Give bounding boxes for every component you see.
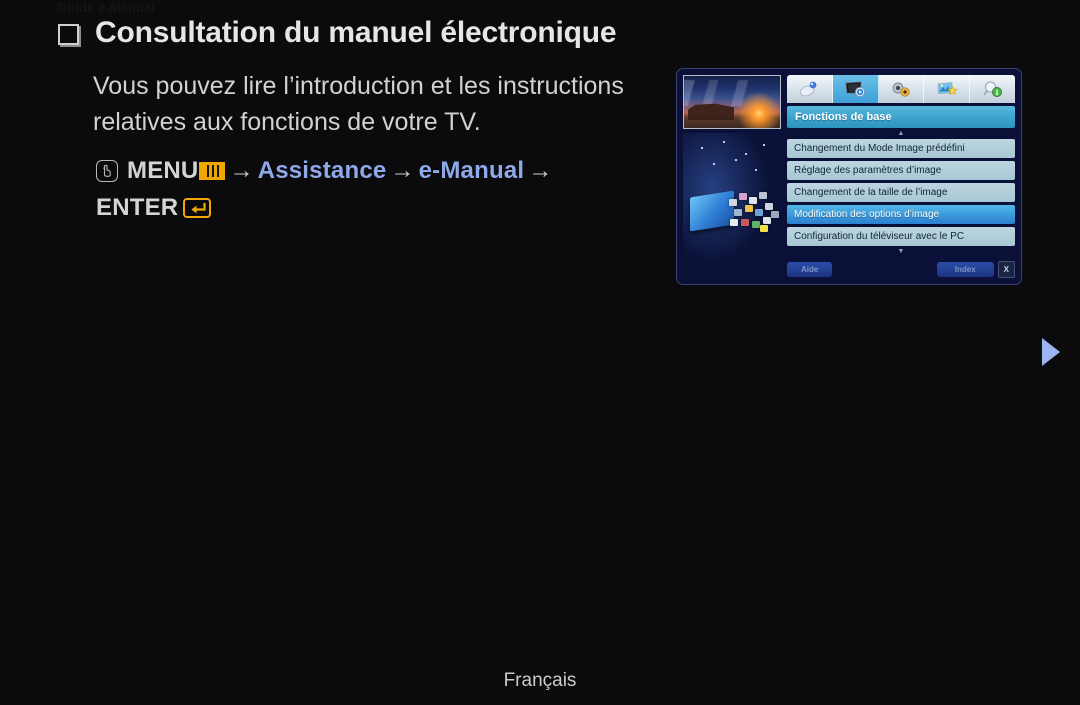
page-title: Consultation du manuel électronique — [95, 16, 617, 49]
scroll-up-indicator[interactable]: ▲ — [787, 130, 1015, 137]
sunset-barn-photo — [683, 75, 781, 129]
tv-menu-item-3[interactable]: Changement de la taille de l’image — [787, 183, 1015, 202]
enter-return-icon — [183, 198, 212, 218]
bullet-square-icon — [58, 23, 79, 45]
play-triangle-right-icon[interactable] — [1042, 338, 1060, 366]
remote-press-icon — [96, 160, 118, 182]
tv-with-apps-photo — [683, 133, 781, 278]
page-body-text: Vous pouvez lire l’introduction et les i… — [93, 72, 624, 136]
tv-footer-bar: Aide Index X — [787, 260, 1015, 278]
tab-satellite-dish[interactable] — [787, 75, 833, 103]
tv-tab-bar — [787, 75, 1015, 103]
enter-label: ENTER — [96, 194, 179, 221]
tv-menu-item-1[interactable]: Changement du Mode Image prédéfini — [787, 139, 1015, 158]
path-arrow-1: → — [229, 157, 254, 184]
path-arrow-3: → — [528, 157, 553, 184]
scroll-down-indicator[interactable]: ▼ — [787, 248, 1015, 255]
tv-menu-item-2[interactable]: Réglage des paramètres d’image — [787, 161, 1015, 180]
tv-playback-icon — [844, 80, 866, 98]
tv-thumbnail-column — [683, 75, 781, 278]
page-title-row: Consultation du manuel électronique — [58, 16, 617, 50]
magnifier-info-icon — [982, 80, 1004, 98]
tab-settings-gears[interactable] — [879, 75, 925, 103]
path-step-assistance: Assistance — [257, 157, 387, 184]
tv-menu-item-4[interactable]: Modification des options d’image — [787, 205, 1015, 224]
footer-language: Français — [503, 670, 577, 691]
gears-settings-icon — [890, 80, 912, 98]
picture-star-icon — [936, 80, 958, 98]
satellite-dish-icon — [799, 80, 819, 98]
menu-navigation-path: MENU → Assistance → e-Manual → ENTER — [96, 152, 656, 226]
tv-menu-list: Changement du Mode Image prédéfini Régla… — [787, 139, 1015, 246]
close-button[interactable]: X — [997, 260, 1015, 278]
tab-magnifier-info[interactable] — [970, 75, 1015, 103]
menu-label: MENU — [127, 157, 199, 184]
index-button[interactable]: Index — [936, 261, 994, 277]
help-button[interactable]: Aide — [787, 261, 833, 277]
breadcrumb: Guide e-Manual — [57, 0, 156, 15]
path-step-emanual: e-Manual — [418, 157, 525, 184]
tab-picture-star[interactable] — [924, 75, 971, 103]
tab-tv-playback[interactable] — [832, 75, 879, 103]
tv-menu-column: Fonctions de base ▲ Changement du Mode I… — [787, 75, 1015, 278]
tv-section-title: Fonctions de base — [787, 106, 1015, 128]
tv-menu-item-5[interactable]: Configuration du téléviseur avec le PC — [787, 227, 1015, 246]
menu-bars-icon — [199, 162, 226, 180]
tv-footer-right-group: Index X — [936, 260, 1015, 278]
tv-preview-panel: Fonctions de base ▲ Changement du Mode I… — [676, 68, 1022, 285]
path-arrow-2: → — [390, 157, 415, 184]
